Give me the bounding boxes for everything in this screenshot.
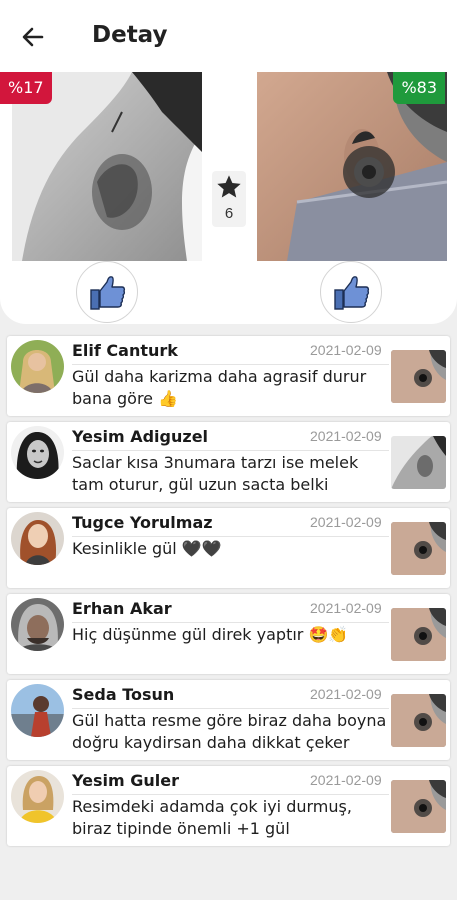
vote-count: 6 — [224, 205, 234, 222]
divider — [72, 794, 389, 795]
comment-date: 2021-02-09 — [310, 686, 382, 702]
comment-date: 2021-02-09 — [310, 428, 382, 444]
comment-card[interactable]: Erhan Akar 2021-02-09 Hiç düşünme gül di… — [7, 594, 450, 674]
divider — [72, 536, 389, 537]
chosen-option-thumbnail — [391, 522, 446, 575]
comment-date: 2021-02-09 — [310, 342, 382, 358]
like-left-button[interactable] — [76, 261, 138, 323]
chosen-option-thumbnail — [391, 350, 446, 403]
divider — [72, 364, 389, 365]
commenter-name: Seda Tosun — [72, 685, 175, 704]
comment-card[interactable]: Yesim Adiguzel 2021-02-09 Saclar kısa 3n… — [7, 422, 450, 502]
commenter-name: Tugce Yorulmaz — [72, 513, 213, 532]
comment-text: Hiç düşünme gül direk yaptır 🤩👏 — [72, 625, 349, 644]
avatar — [11, 512, 64, 565]
thumbs-up-icon — [334, 276, 370, 310]
comment-text: Gül hatta resme göre biraz daha boyna do… — [72, 711, 387, 752]
comment-text: Resimdeki adamda çok iyi durmuş, biraz t… — [72, 797, 352, 838]
arrow-left-icon[interactable] — [18, 22, 50, 52]
avatar — [11, 340, 64, 393]
comment-card[interactable]: Elif Canturk 2021-02-09 Gül daha karizma… — [7, 336, 450, 416]
chosen-option-thumbnail — [391, 780, 446, 833]
comment-text: Kesinlikle gül 🖤🖤 — [72, 539, 222, 558]
page-title: Detay — [92, 22, 168, 48]
comment-card[interactable]: Seda Tosun 2021-02-09 Gül hatta resme gö… — [7, 680, 450, 760]
left-percentage-badge: %17 — [0, 72, 52, 104]
comment-date: 2021-02-09 — [310, 772, 382, 788]
commenter-name: Yesim Guler — [72, 771, 179, 790]
star-icon — [217, 175, 241, 198]
chosen-option-thumbnail — [391, 436, 446, 489]
comparison-panel: %17 %83 6 — [0, 72, 457, 324]
divider — [72, 622, 389, 623]
avatar — [11, 770, 64, 823]
like-right-button[interactable] — [320, 261, 382, 323]
vote-count-box: 6 — [212, 171, 246, 227]
comment-date: 2021-02-09 — [310, 514, 382, 530]
commenter-name: Erhan Akar — [72, 599, 172, 618]
avatar — [11, 598, 64, 651]
chosen-option-thumbnail — [391, 694, 446, 747]
comment-text: Gül daha karizma daha agrasif durur bana… — [72, 367, 367, 408]
divider — [72, 450, 389, 451]
commenter-name: Elif Canturk — [72, 341, 178, 360]
comment-card[interactable]: Yesim Guler 2021-02-09 Resimdeki adamda … — [7, 766, 450, 846]
divider — [72, 708, 389, 709]
chosen-option-thumbnail — [391, 608, 446, 661]
comment-text: Saclar kısa 3numara tarzı ise melek tam … — [72, 453, 359, 494]
avatar — [11, 684, 64, 737]
avatar — [11, 426, 64, 479]
commenter-name: Yesim Adiguzel — [72, 427, 209, 446]
thumbs-up-icon — [90, 276, 126, 310]
comment-date: 2021-02-09 — [310, 600, 382, 616]
right-percentage-badge: %83 — [393, 72, 445, 104]
app-bar: Detay — [0, 0, 457, 72]
comment-card[interactable]: Tugce Yorulmaz 2021-02-09 Kesinlikle gül… — [7, 508, 450, 588]
